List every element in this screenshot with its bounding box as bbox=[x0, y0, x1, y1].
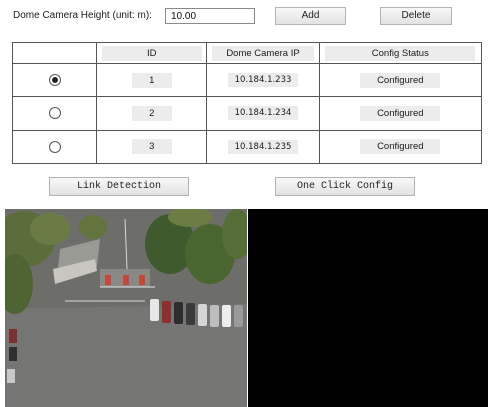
table-row[interactable]: 1 10.184.1.233 Configured bbox=[11, 62, 483, 98]
link-detection-button[interactable]: Link Detection bbox=[49, 177, 189, 196]
header-select bbox=[11, 42, 98, 64]
ip-value: 10.184.1.234 bbox=[228, 106, 299, 121]
ip-cell: 10.184.1.235 bbox=[206, 129, 320, 165]
camera-table: ID Dome Camera IP Config Status 1 10.184… bbox=[11, 42, 483, 165]
ip-cell: 10.184.1.233 bbox=[206, 62, 320, 98]
ip-value: 10.184.1.233 bbox=[228, 73, 299, 88]
row-radio-1[interactable] bbox=[48, 74, 61, 87]
table-row[interactable]: 3 10.184.1.235 Configured bbox=[11, 129, 483, 165]
table-row[interactable]: 2 10.184.1.234 Configured bbox=[11, 96, 483, 131]
id-cell: 1 bbox=[96, 62, 208, 98]
header-id: ID bbox=[96, 42, 208, 64]
header-ip: Dome Camera IP bbox=[206, 42, 320, 64]
id-cell: 3 bbox=[96, 129, 208, 165]
row-radio-3[interactable] bbox=[48, 140, 61, 153]
id-value: 2 bbox=[131, 105, 172, 121]
ip-value: 10.184.1.235 bbox=[228, 139, 299, 154]
height-input[interactable] bbox=[165, 8, 255, 24]
header-id-label: ID bbox=[101, 45, 202, 61]
status-value: Configured bbox=[360, 105, 441, 121]
status-cell: Configured bbox=[318, 62, 483, 98]
header-ip-label: Dome Camera IP bbox=[212, 45, 315, 61]
table-header-row: ID Dome Camera IP Config Status bbox=[11, 42, 483, 64]
row-select-cell[interactable] bbox=[11, 62, 98, 98]
status-value: Configured bbox=[360, 139, 441, 155]
header-status-label: Config Status bbox=[325, 45, 476, 61]
status-value: Configured bbox=[360, 72, 441, 88]
camera-feed-left[interactable] bbox=[5, 209, 247, 407]
one-click-config-button[interactable]: One Click Config bbox=[275, 177, 415, 196]
add-button[interactable]: Add bbox=[275, 7, 346, 25]
row-radio-2[interactable] bbox=[48, 107, 61, 120]
id-value: 1 bbox=[131, 72, 172, 88]
status-cell: Configured bbox=[318, 96, 483, 131]
status-cell: Configured bbox=[318, 129, 483, 165]
row-select-cell[interactable] bbox=[11, 129, 98, 165]
row-select-cell[interactable] bbox=[11, 96, 98, 131]
id-value: 3 bbox=[131, 139, 172, 155]
camera-feed-right[interactable] bbox=[248, 209, 488, 407]
header-status: Config Status bbox=[318, 42, 483, 64]
aerial-parking-lot-image bbox=[5, 209, 247, 407]
height-label: Dome Camera Height (unit: m): bbox=[13, 10, 152, 21]
id-cell: 2 bbox=[96, 96, 208, 131]
delete-button[interactable]: Delete bbox=[380, 7, 452, 25]
ip-cell: 10.184.1.234 bbox=[206, 96, 320, 131]
